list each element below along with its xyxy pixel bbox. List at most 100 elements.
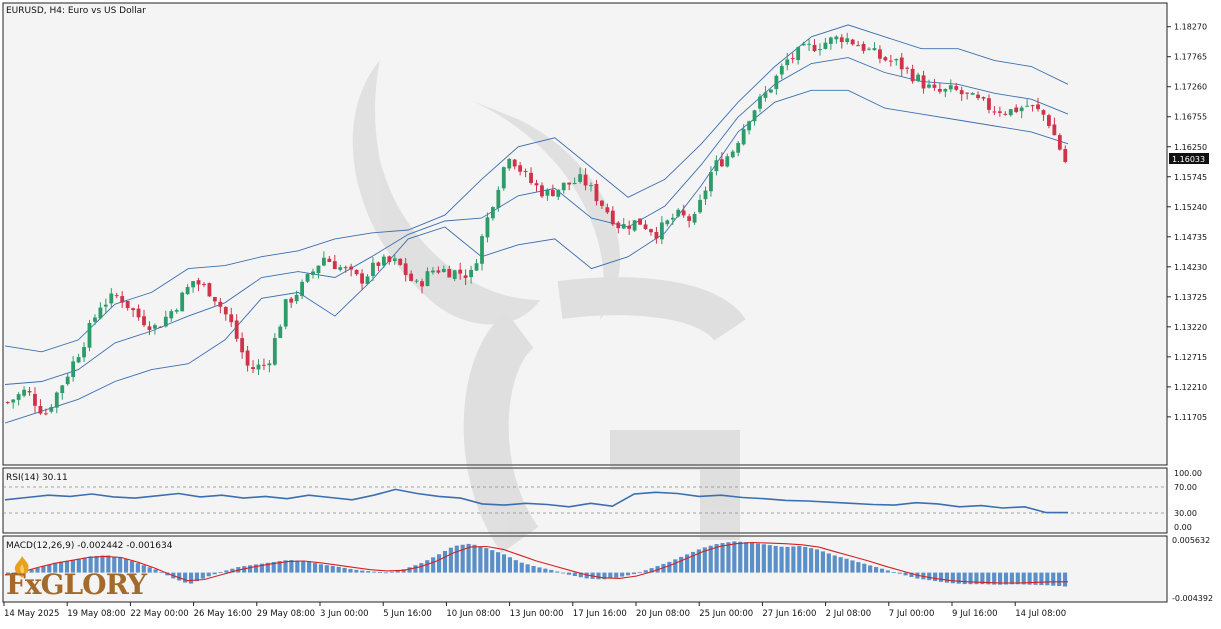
candle-body[interactable] [425, 271, 430, 287]
candle-body[interactable] [403, 263, 408, 275]
candle-body[interactable] [5, 402, 10, 404]
candle-body[interactable] [229, 314, 234, 323]
candle-body[interactable] [992, 111, 997, 113]
candle-body[interactable] [485, 217, 490, 238]
candle-body[interactable] [1036, 104, 1040, 110]
candle-body[interactable] [888, 60, 893, 62]
candle-body[interactable] [1003, 113, 1008, 115]
candle-body[interactable] [943, 88, 948, 92]
candle-body[interactable] [916, 74, 920, 82]
candle-body[interactable] [136, 308, 141, 318]
candle-body[interactable] [365, 276, 370, 285]
candle-body[interactable] [807, 43, 811, 45]
candle-body[interactable] [267, 363, 272, 366]
candle-body[interactable] [1030, 105, 1035, 107]
candle-body[interactable] [191, 281, 195, 288]
macd-panel[interactable] [2, 535, 1168, 603]
candle-body[interactable] [812, 44, 817, 52]
candle-body[interactable] [856, 45, 861, 47]
candle-body[interactable] [894, 59, 899, 61]
candle-body[interactable] [954, 86, 959, 90]
candle-body[interactable] [790, 58, 795, 60]
candle-body[interactable] [698, 199, 702, 213]
candle-body[interactable] [970, 93, 975, 95]
candle-body[interactable] [398, 258, 403, 265]
candle-body[interactable] [142, 316, 146, 326]
candle-body[interactable] [512, 159, 517, 167]
candle-body[interactable] [758, 96, 762, 109]
candle-body[interactable] [687, 216, 692, 221]
candle-body[interactable] [594, 183, 599, 202]
candle-body[interactable] [87, 322, 92, 348]
candle-body[interactable] [431, 270, 435, 273]
candle-body[interactable] [927, 84, 931, 88]
candle-body[interactable] [828, 37, 833, 44]
candle-body[interactable] [965, 92, 970, 94]
candle-body[interactable] [109, 293, 114, 304]
candle-body[interactable] [589, 185, 593, 187]
candle-body[interactable] [1019, 107, 1024, 112]
candle-body[interactable] [196, 280, 201, 285]
candle-body[interactable] [670, 217, 675, 220]
candle-body[interactable] [441, 268, 446, 273]
candle-body[interactable] [501, 167, 506, 189]
candle-body[interactable] [987, 98, 991, 110]
candle-body[interactable] [338, 267, 343, 270]
candle-body[interactable] [948, 85, 953, 90]
candle-body[interactable] [245, 350, 250, 366]
candle-body[interactable] [360, 273, 364, 284]
candle-body[interactable] [1025, 105, 1030, 107]
candle-body[interactable] [763, 92, 768, 98]
candle-body[interactable] [768, 89, 773, 93]
candle-body[interactable] [452, 270, 457, 279]
candle-body[interactable] [545, 189, 550, 196]
candle-body[interactable] [392, 258, 397, 262]
candle-body[interactable] [272, 338, 277, 365]
candle-body[interactable] [153, 325, 157, 329]
candle-body[interactable] [98, 307, 103, 319]
candle-body[interactable] [251, 367, 255, 370]
candle-body[interactable] [311, 271, 315, 275]
candle-body[interactable] [185, 286, 190, 295]
candle-body[interactable] [523, 171, 528, 173]
candle-body[interactable] [850, 39, 855, 45]
candle-body[interactable] [976, 94, 980, 99]
candle-body[interactable] [709, 171, 713, 192]
candle-body[interactable] [174, 310, 179, 312]
candle-body[interactable] [114, 295, 119, 297]
candle-body[interactable] [556, 189, 561, 197]
candle-body[interactable] [899, 57, 904, 70]
candle-body[interactable] [496, 189, 501, 208]
candle-body[interactable] [921, 75, 926, 89]
candle-body[interactable] [158, 326, 163, 328]
candle-body[interactable] [163, 316, 168, 327]
candle-body[interactable] [218, 301, 223, 307]
candle-body[interactable] [839, 37, 844, 43]
candle-body[interactable] [719, 159, 724, 167]
candle-body[interactable] [937, 88, 942, 92]
rsi-panel[interactable] [2, 467, 1168, 534]
candle-body[interactable] [294, 294, 299, 302]
candle-body[interactable] [262, 364, 266, 366]
candle-body[interactable] [327, 258, 332, 262]
candle-body[interactable] [316, 265, 321, 274]
candle-body[interactable] [654, 232, 659, 239]
candle-body[interactable] [1008, 109, 1013, 116]
candle-body[interactable] [730, 151, 735, 158]
candle-body[interactable] [861, 43, 866, 51]
candle-body[interactable] [343, 267, 348, 269]
candle-body[interactable] [234, 320, 239, 339]
candle-body[interactable] [632, 220, 637, 231]
candle-body[interactable] [480, 236, 484, 264]
candle-body[interactable] [447, 269, 452, 278]
candle-body[interactable] [801, 43, 806, 46]
candle-body[interactable] [60, 385, 65, 394]
candle-body[interactable] [1057, 135, 1062, 150]
candle-body[interactable] [76, 357, 81, 363]
candle-body[interactable] [169, 311, 174, 319]
candle-body[interactable] [474, 263, 479, 271]
candle-body[interactable] [354, 269, 359, 275]
candle-body[interactable] [414, 280, 419, 282]
candle-body[interactable] [125, 300, 130, 309]
candle-body[interactable] [725, 156, 730, 167]
